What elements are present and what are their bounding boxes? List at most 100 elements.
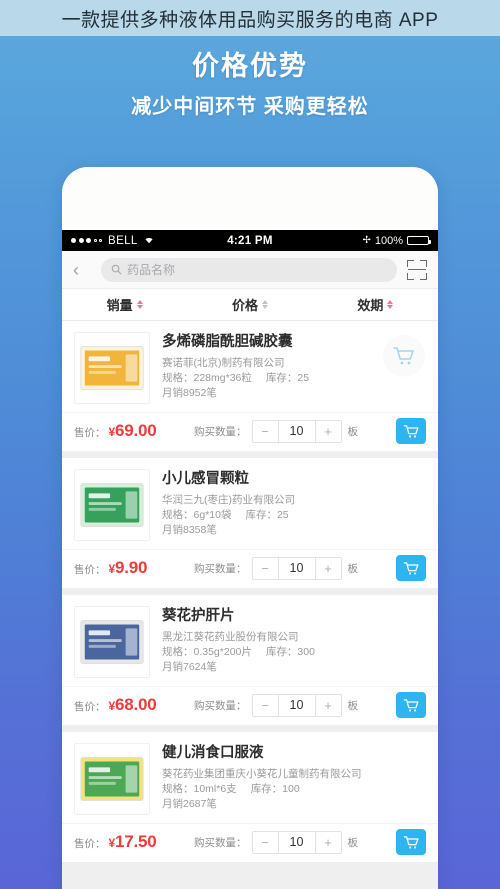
add-to-cart-button[interactable] [396,692,426,718]
add-to-cart-button[interactable] [396,829,426,855]
quantity-stepper[interactable]: −10 + [251,830,342,854]
product-stock: 库存：300 [265,646,315,658]
page-caption-bar: 一款提供多种液体用品购买服务的电商 APP [0,0,500,36]
add-to-cart-button[interactable] [396,555,426,581]
product-thumbnail [74,469,150,541]
quantity-label: 购买数量： [194,699,247,712]
phone-mockup: BELL 4:21 PM ✢ 100% ‹ 药品名称 销量 价格 效期 多烯磷脂… [62,167,438,889]
product-spec-stock: 规格：10ml*6支 库存：100 [162,782,426,797]
product-thumbnail [74,332,150,404]
product-thumbnail [74,743,150,815]
product-monthly-sales: 月销8952笔 [162,387,217,399]
banner-title: 价格优势 [192,51,308,81]
quantity-decrease-button[interactable]: − [253,832,278,853]
sort-arrows-icon [262,299,268,310]
quantity-label: 购买数量： [194,562,247,575]
quantity-value[interactable]: 10 [277,557,316,579]
product-price: 售价： ¥17.50 [74,832,194,852]
product-purchase-row[interactable]: 售价： ¥9.90 购买数量： −10 + 板 [62,549,438,588]
add-to-cart-button[interactable] [396,418,426,444]
scan-code-icon[interactable] [407,259,427,280]
quantity-unit: 板 [347,562,359,575]
product-stock: 库存：25 [245,509,289,521]
quantity-increase-button[interactable]: + [316,695,341,716]
price-label: 售价： [74,427,106,439]
product-purchase-row[interactable]: 售价： ¥69.00 购买数量： −10 + 板 [62,412,438,451]
product-price: 售价： ¥68.00 [74,695,194,715]
price-label: 售价： [74,564,106,576]
sort-tab-sales[interactable]: 销量 [62,295,187,314]
ios-status-bar: BELL 4:21 PM ✢ 100% [62,230,438,251]
product-thumbnail [74,606,150,678]
sort-tab-sales-label: 销量 [106,298,133,313]
search-placeholder-text: 药品名称 [127,263,176,277]
quantity-stepper[interactable]: −10 + [251,556,342,580]
product-card[interactable]: 小儿感冒颗粒 华润三九(枣庄)药业有限公司 规格：6g*10袋 库存：25 月销8358… [62,458,438,588]
sort-arrows-icon [387,299,394,310]
promo-banner: 价格优势 减少中间环节 采购更轻松 [0,36,500,121]
price-value: ¥17.50 [108,832,157,851]
quantity-label: 购买数量： [194,425,247,438]
page-caption-text: 一款提供多种液体用品购买服务的电商 APP [61,9,439,31]
product-name: 小儿感冒颗粒 [162,471,249,487]
quantity-unit: 板 [347,699,359,712]
cart-icon [403,424,419,438]
product-summary[interactable]: 小儿感冒颗粒 华润三九(枣庄)药业有限公司 规格：6g*10袋 库存：25 月销8358… [62,458,438,549]
bluetooth-icon: ✢ [362,235,371,246]
add-to-cart-round-button[interactable] [383,335,425,377]
product-spec-stock: 规格：6g*10袋 库存：25 [162,508,426,523]
product-info: 小儿感冒颗粒 华润三九(枣庄)药业有限公司 规格：6g*10袋 库存：25 月销8358… [150,469,426,541]
banner-subtitle: 减少中间环节 采购更轻松 [131,96,369,118]
quantity-decrease-button[interactable]: − [253,421,278,442]
battery-percent: 100% [374,234,403,247]
quantity-stepper[interactable]: −10 + [251,693,342,717]
product-price: 售价： ¥69.00 [74,421,194,441]
promo-stage: 价格优势 减少中间环节 采购更轻松 BELL 4:21 PM ✢ 100% ‹ … [0,36,500,889]
quantity-value[interactable]: 10 [277,831,316,853]
cart-icon [393,347,414,365]
product-card[interactable]: 多烯磷脂酰胆碱胶囊 赛诺菲(北京)制药有限公司 规格：228mg*36粒 库存：25 月… [62,321,438,451]
product-purchase-row[interactable]: 售价： ¥68.00 购买数量： −10 + 板 [62,686,438,725]
quantity-decrease-button[interactable]: − [253,558,278,579]
quantity-increase-button[interactable]: + [316,832,341,853]
quantity-decrease-button[interactable]: − [253,695,278,716]
price-label: 售价： [74,838,106,850]
product-info: 健儿消食口服液 葵花药业集团重庆小葵花儿童制药有限公司 规格：10ml*6支 库存：1… [150,743,426,815]
search-bar: ‹ 药品名称 [62,251,438,289]
product-card[interactable]: 健儿消食口服液 葵花药业集团重庆小葵花儿童制药有限公司 规格：10ml*6支 库存：1… [62,732,438,862]
product-name: 葵花护肝片 [162,608,235,624]
back-chevron-icon[interactable]: ‹ [73,261,91,279]
sort-tab-expiry-label: 效期 [357,298,384,313]
phone-bezel [62,167,438,230]
product-info: 葵花护肝片黑龙江葵花药业股份有限公司 规格：0.35g*200片 库存：300 月销7… [150,606,426,678]
quantity-stepper[interactable]: −10 + [251,419,342,443]
product-list[interactable]: 多烯磷脂酰胆碱胶囊 赛诺菲(北京)制药有限公司 规格：228mg*36粒 库存：25 月… [62,321,438,889]
search-icon [111,264,122,275]
product-summary[interactable]: 葵花护肝片黑龙江葵花药业股份有限公司 规格：0.35g*200片 库存：300 月销7… [62,595,438,686]
product-spec: 规格：0.35g*200片 [162,646,252,658]
product-name: 健儿消食口服液 [162,745,264,761]
product-summary[interactable]: 多烯磷脂酰胆碱胶囊 赛诺菲(北京)制药有限公司 规格：228mg*36粒 库存：25 月… [62,321,438,412]
sort-arrows-icon [136,299,143,310]
cart-icon [403,698,419,712]
sort-tab-price[interactable]: 价格 [187,295,312,314]
sort-tab-bar: 销量 价格 效期 [62,289,438,321]
search-input[interactable]: 药品名称 [101,257,397,282]
product-info: 多烯磷脂酰胆碱胶囊 赛诺菲(北京)制药有限公司 规格：228mg*36粒 库存：25 月… [150,332,426,404]
product-summary[interactable]: 健儿消食口服液 葵花药业集团重庆小葵花儿童制药有限公司 规格：10ml*6支 库存：1… [62,732,438,823]
quantity-value[interactable]: 10 [277,420,316,442]
product-manufacturer: 黑龙江葵花药业股份有限公司 [162,631,299,643]
product-card[interactable]: 葵花护肝片黑龙江葵花药业股份有限公司 规格：0.35g*200片 库存：300 月销7… [62,595,438,725]
price-label: 售价： [74,701,106,713]
product-purchase-row[interactable]: 售价： ¥17.50 购买数量： −10 + 板 [62,823,438,862]
quantity-value[interactable]: 10 [277,694,316,716]
sort-tab-expiry[interactable]: 效期 [313,295,438,314]
quantity-unit: 板 [347,425,359,438]
price-value: ¥68.00 [108,695,157,714]
price-value: ¥9.90 [108,558,148,577]
quantity-increase-button[interactable]: + [316,558,341,579]
product-monthly-sales: 月销2687笔 [162,798,217,810]
quantity-increase-button[interactable]: + [316,421,341,442]
sort-tab-price-label: 价格 [231,298,258,313]
product-monthly-sales: 月销7624笔 [162,661,217,673]
